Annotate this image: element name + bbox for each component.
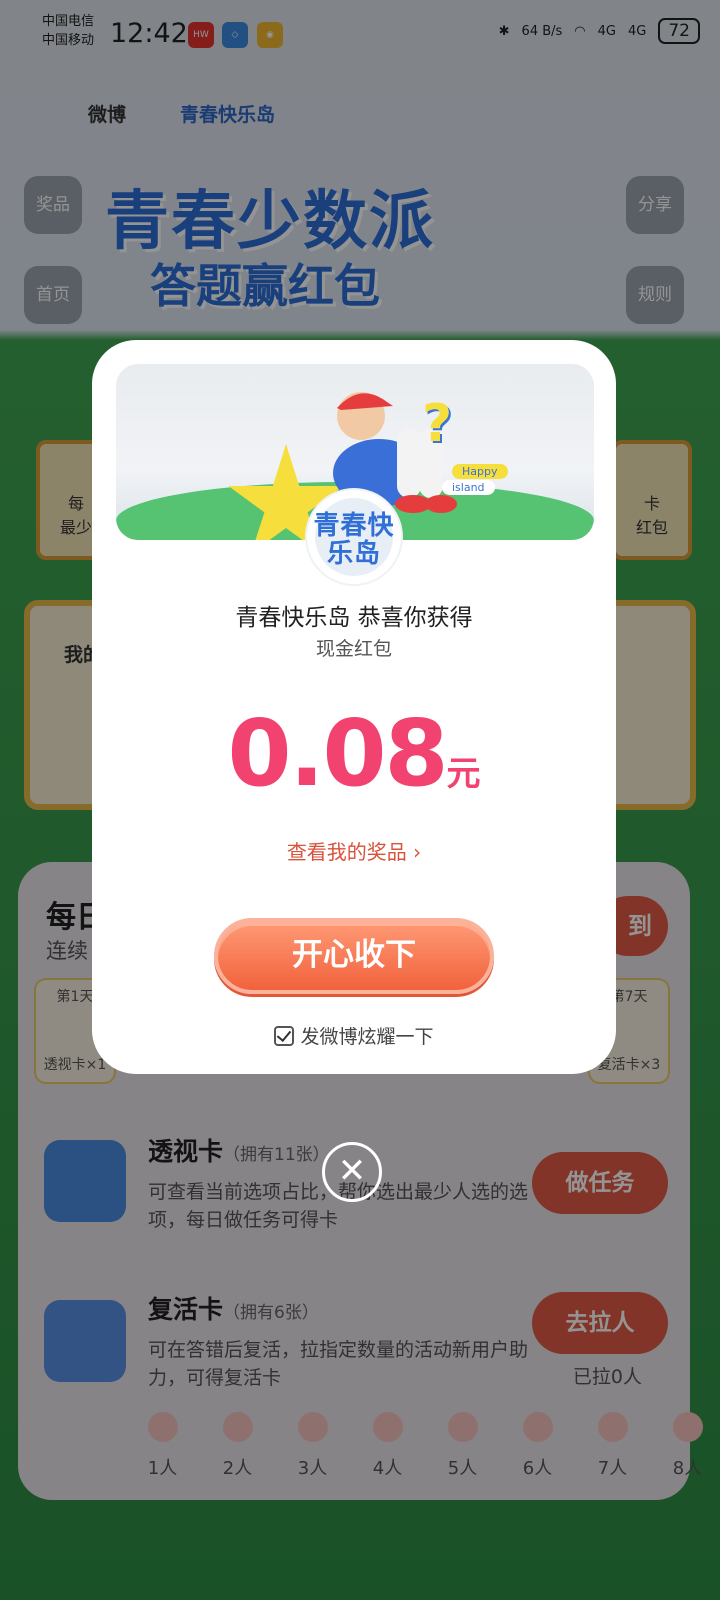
share-checkbox[interactable] <box>274 1026 295 1046</box>
logo-text: 青春快乐岛 <box>313 511 395 569</box>
reward-amount: 0.08元 <box>92 700 616 807</box>
chevron-right-icon: › <box>413 840 422 864</box>
share-to-weibo-row[interactable]: 发微博炫耀一下 <box>92 1022 616 1049</box>
close-icon[interactable]: ✕ <box>322 1142 382 1202</box>
accept-button[interactable]: 开心收下 <box>214 918 494 994</box>
amount-value: 0.08 <box>227 700 449 807</box>
reward-type: 现金红包 <box>315 638 392 660</box>
congrats-title: 青春快乐岛 恭喜你获得 <box>235 605 473 631</box>
question-mark-icon: ? <box>422 394 453 454</box>
amount-unit: 元 <box>446 754 481 794</box>
view-my-prizes-link[interactable]: 查看我的奖品 › <box>92 836 616 865</box>
reward-modal: ? Happy island 青春快乐岛 青春快乐岛 恭喜你获得 现金红包 0.… <box>92 340 616 1074</box>
view-prizes-label: 查看我的奖品 <box>286 840 407 864</box>
event-logo: 青春快乐岛 <box>307 490 401 584</box>
island-tag: island <box>442 480 495 495</box>
share-checkbox-label: 发微博炫耀一下 <box>300 1026 434 1048</box>
happy-tag: Happy <box>452 464 508 479</box>
